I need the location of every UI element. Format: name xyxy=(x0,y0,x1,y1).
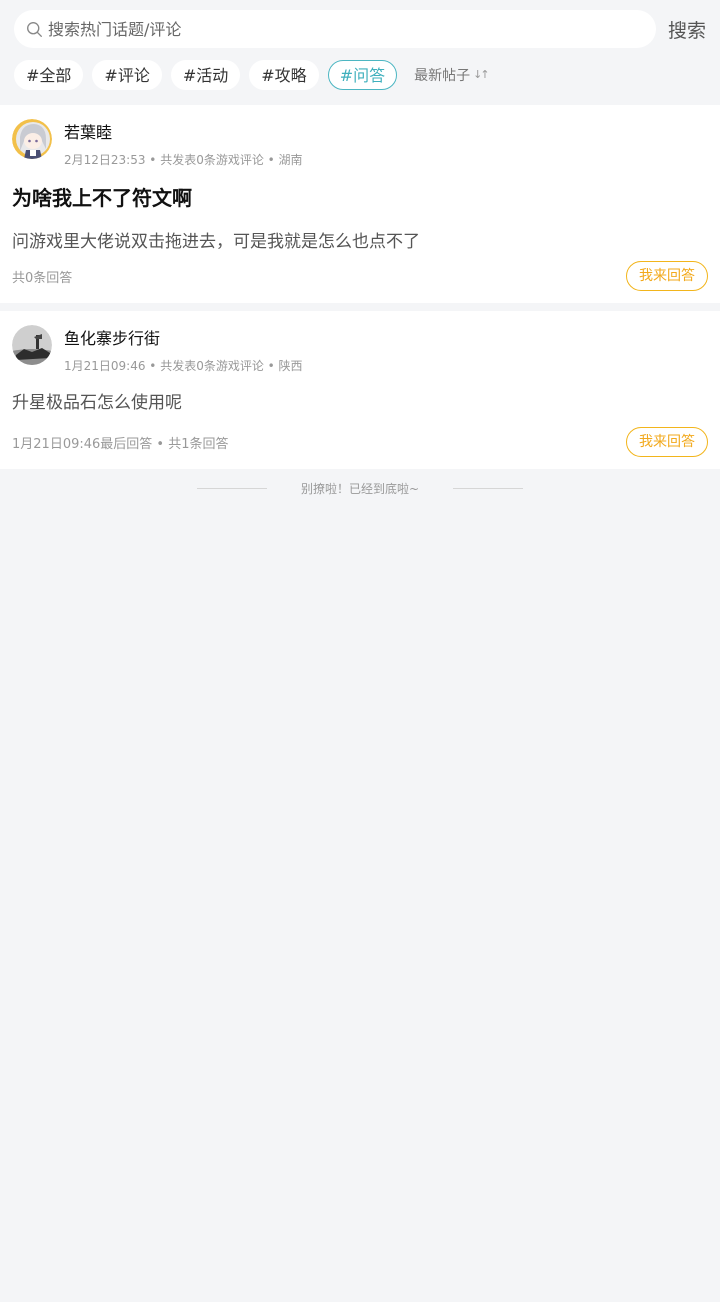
post-meta: 2月12日23:53 • 共发表0条游戏评论 • 湖南 xyxy=(64,153,303,167)
divider xyxy=(453,488,524,489)
answer-count: 1月21日09:46最后回答 • 共1条回答 xyxy=(12,436,229,452)
post-body[interactable]: 问游戏里大佬说双击拖进去，可是我就是怎么也点不了 xyxy=(12,227,708,252)
end-text: 别撩啦！已经到底啦~ xyxy=(300,482,420,496)
tag-activity[interactable]: #活动 xyxy=(170,59,241,90)
sort-label: 最新帖子 xyxy=(414,67,471,84)
post-card[interactable]: 若葉睦 2月12日23:53 • 共发表0条游戏评论 • 湖南 为啥我上不了符文… xyxy=(0,105,720,303)
author-info: 若葉睦 2月12日23:53 • 共发表0条游戏评论 • 湖南 xyxy=(64,119,303,168)
author-info: 鱼化寨步行街 1月21日09:46 • 共发表0条游戏评论 • 陕西 xyxy=(64,325,303,374)
search-row: 搜索 xyxy=(14,10,706,48)
author-name[interactable]: 若葉睦 xyxy=(64,119,303,143)
search-icon xyxy=(27,21,42,37)
tag-bar: #全部 #评论 #活动 #攻略 #问答 最新帖子 ↓↑ xyxy=(14,59,706,90)
tag-guide[interactable]: #攻略 xyxy=(249,59,319,90)
tag-review[interactable]: #评论 xyxy=(92,59,162,90)
answer-button[interactable]: 我来回答 xyxy=(626,427,708,457)
tag-all[interactable]: #全部 xyxy=(14,59,84,90)
post-body[interactable]: 升星极品石怎么使用呢 xyxy=(12,388,708,413)
avatar[interactable] xyxy=(12,119,52,159)
answer-button[interactable]: 我来回答 xyxy=(626,261,708,291)
divider xyxy=(196,488,267,489)
search-button[interactable]: 搜索 xyxy=(656,16,706,43)
post-title[interactable]: 为啥我上不了符文啊 xyxy=(12,182,708,211)
post-card[interactable]: 鱼化寨步行街 1月21日09:46 • 共发表0条游戏评论 • 陕西 升星极品石… xyxy=(0,311,720,469)
post-author: 若葉睦 2月12日23:53 • 共发表0条游戏评论 • 湖南 xyxy=(12,105,708,168)
post-footer: 1月21日09:46最后回答 • 共1条回答 我来回答 xyxy=(12,427,708,457)
header: 搜索 #全部 #评论 #活动 #攻略 #问答 最新帖子 ↓↑ xyxy=(0,0,720,90)
tag-qa[interactable]: #问答 xyxy=(327,59,398,90)
post-author: 鱼化寨步行街 1月21日09:46 • 共发表0条游戏评论 • 陕西 xyxy=(12,311,708,374)
avatar[interactable] xyxy=(12,325,52,365)
post-meta: 1月21日09:46 • 共发表0条游戏评论 • 陕西 xyxy=(64,359,303,373)
answer-count: 共0条回答 xyxy=(12,270,73,286)
search-input[interactable] xyxy=(48,19,608,39)
author-name[interactable]: 鱼化寨步行街 xyxy=(64,325,303,349)
list-end-indicator: 别撩啦！已经到底啦~ xyxy=(0,480,720,497)
sort-arrows-icon: ↓↑ xyxy=(473,68,490,81)
search-box[interactable] xyxy=(14,10,656,48)
sort-dropdown[interactable]: 最新帖子 ↓↑ xyxy=(414,65,490,85)
post-footer: 共0条回答 我来回答 xyxy=(12,261,708,291)
